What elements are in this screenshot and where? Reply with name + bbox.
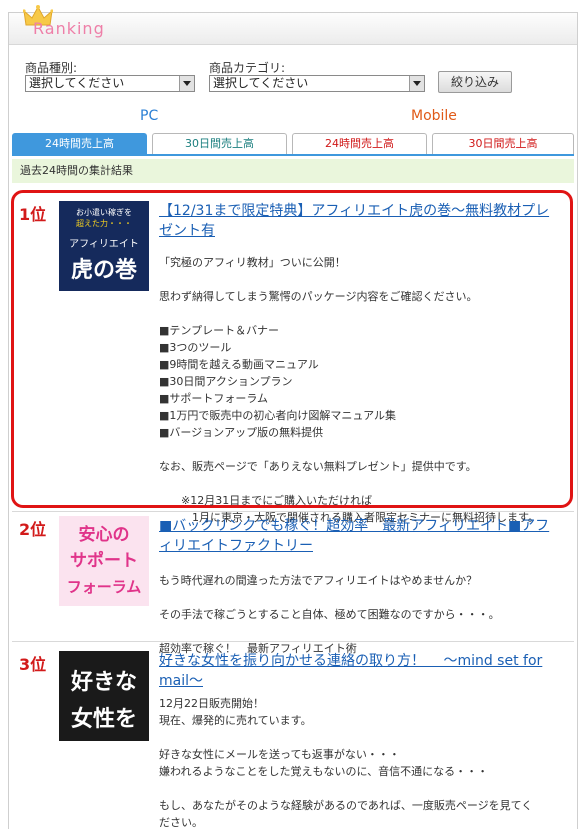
ranking-logo: Ranking [21, 5, 151, 45]
rank-label: 3位 [19, 655, 47, 674]
tab-pc-24h-sales[interactable]: 24時間売上高 [12, 133, 147, 154]
product-thumbnail[interactable]: 安心の サポート フォーラム [59, 516, 149, 606]
product-description: 「究極のアフィリ教材」ついに公開！ 思わず納得してしまう驚愕のパッケージ内容をご… [159, 256, 539, 524]
svg-text:女性を: 女性を [71, 706, 137, 732]
product-thumbnail[interactable]: お小遣い稼ぎを 超えた力・・・ アフィリエイト 虎の巻 [59, 201, 149, 291]
product-type-select[interactable]: 選択してください [25, 75, 195, 92]
svg-text:お小遣い稼ぎを: お小遣い稼ぎを [76, 207, 132, 217]
tab-underline [12, 154, 574, 156]
ranking-panel: Ranking 商品種別: 選択してください 商品カテゴリ: 選択してください … [8, 5, 578, 829]
svg-text:フォーラム: フォーラム [67, 578, 142, 596]
item-divider [12, 511, 574, 512]
ranking-header: Ranking [9, 5, 577, 45]
platform-mobile-label: Mobile [411, 108, 457, 124]
period-notice: 過去24時間の集計結果 [12, 159, 574, 183]
product-thumbnail[interactable]: 好きな 女性を [59, 651, 149, 741]
product-category-label: 商品カテゴリ: [209, 61, 286, 75]
product-title-link[interactable]: ■バックリンクでも稼ぐ！超効率 最新アフィリエイト■アフィリエイトファクトリー [159, 516, 554, 556]
tab-mobile-24h-sales[interactable]: 24時間売上高 [292, 133, 427, 154]
rank-label: 1位 [19, 205, 47, 224]
chevron-down-icon [409, 76, 424, 91]
product-category-select[interactable]: 選択してください [209, 75, 425, 92]
chevron-down-icon [179, 76, 194, 91]
product-type-selected: 選択してください [29, 76, 125, 90]
product-image: 安心の サポート フォーラム [59, 516, 149, 606]
product-image: 好きな 女性を [59, 651, 149, 741]
rank-label: 2位 [19, 520, 47, 539]
platform-pc-label: PC [140, 108, 159, 124]
product-category-selected: 選択してください [213, 76, 309, 90]
product-type-label: 商品種別: [25, 61, 78, 75]
svg-text:サポート: サポート [70, 550, 138, 571]
svg-text:超えた力・・・: 超えた力・・・ [76, 218, 132, 228]
ranking-logo-text: Ranking [33, 19, 105, 38]
product-title-link[interactable]: 【12/31まで限定特典】アフィリエイト虎の巻〜無料教材プレゼント有 [159, 201, 554, 241]
product-description: 12月22日販売開始！ 現在、爆発的に売れています。 好きな女性にメールを送って… [159, 697, 533, 829]
product-description: もう時代遅れの間違った方法でアフィリエイトはやめませんか？ その手法で稼ごうとす… [159, 574, 500, 655]
filter-submit-button[interactable]: 絞り込み [438, 71, 512, 93]
product-image: お小遣い稼ぎを 超えた力・・・ アフィリエイト 虎の巻 [59, 201, 149, 291]
svg-text:好きな: 好きな [70, 669, 137, 695]
product-title-link[interactable]: 好きな女性を振り向かせる連絡の取り方！ 〜mind set for mail〜 [159, 651, 554, 691]
tab-mobile-30d-sales[interactable]: 30日間売上高 [432, 133, 574, 154]
svg-text:安心の: 安心の [79, 524, 130, 545]
tab-pc-30d-sales[interactable]: 30日間売上高 [152, 133, 287, 154]
svg-text:虎の巻: 虎の巻 [71, 257, 137, 283]
svg-text:アフィリエイト: アフィリエイト [69, 239, 139, 250]
item-divider [12, 641, 574, 642]
